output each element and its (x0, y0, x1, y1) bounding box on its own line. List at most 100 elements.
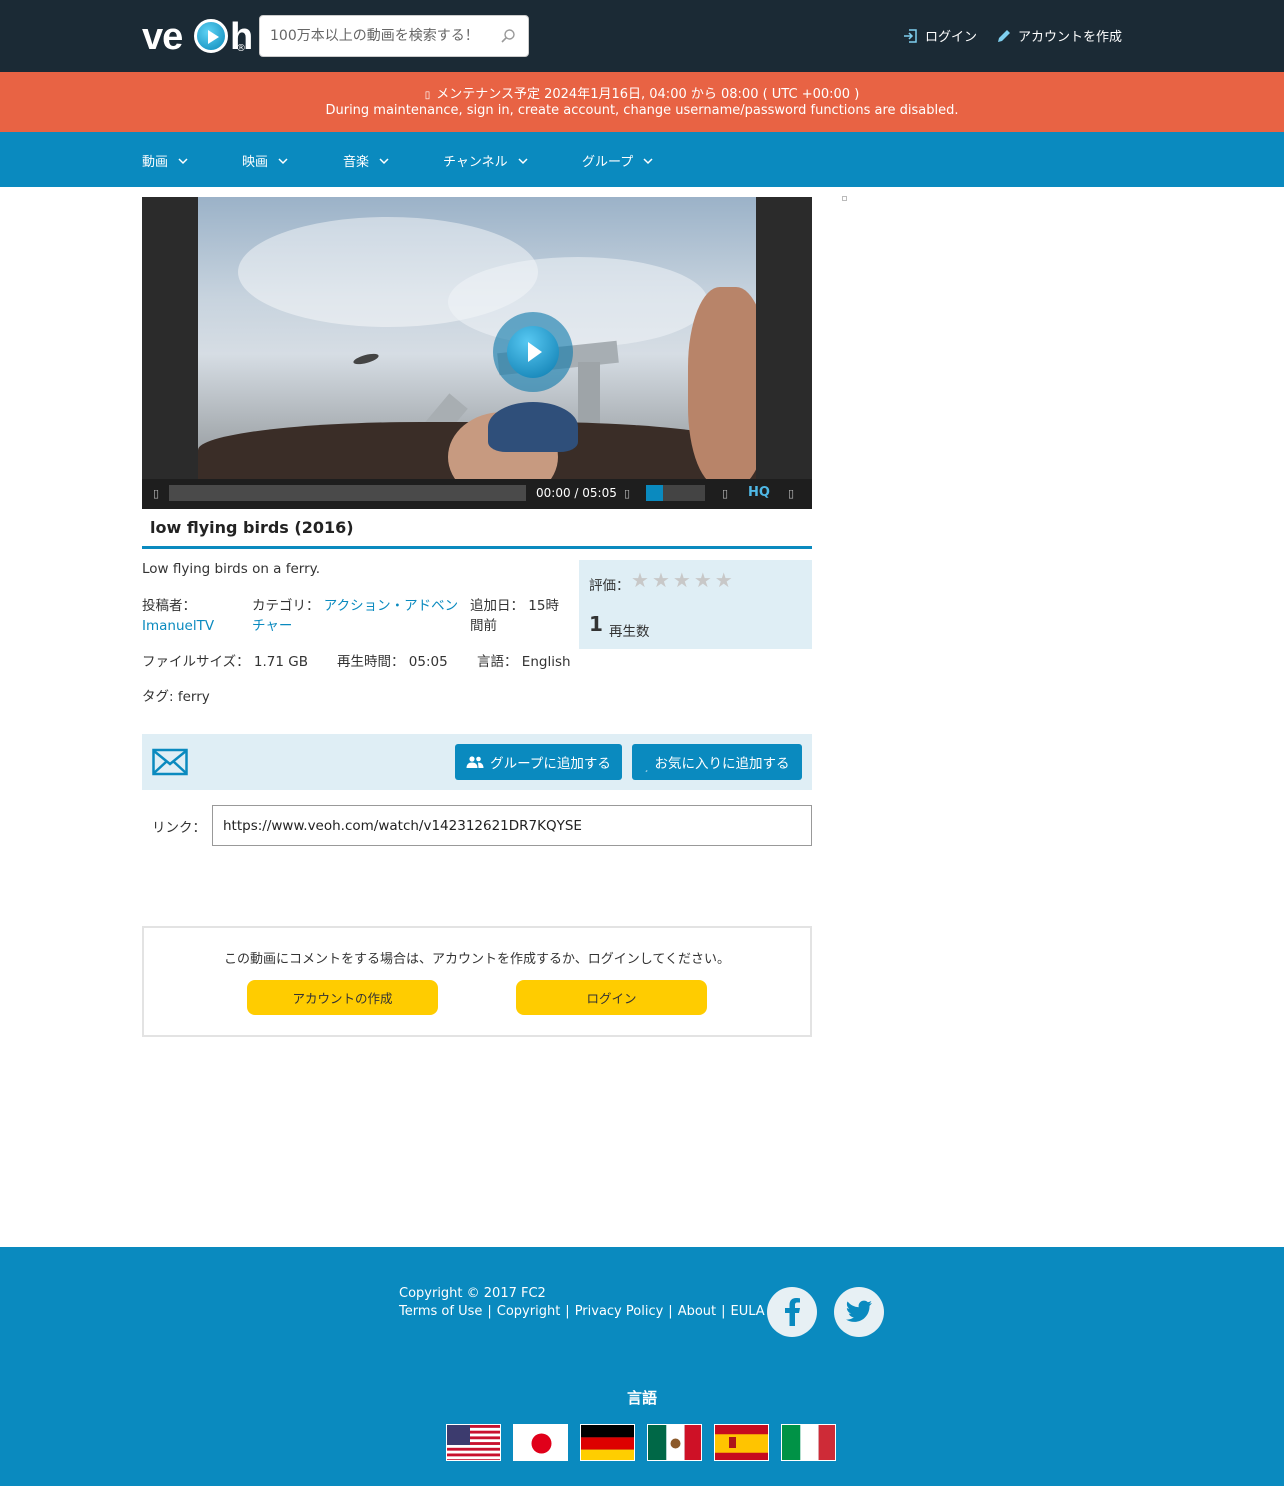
star-icon[interactable]: ★ (694, 568, 715, 592)
video-frame[interactable] (198, 197, 756, 483)
it-flag-icon[interactable] (781, 1424, 836, 1461)
uploader-label: 投稿者： (142, 598, 196, 614)
link-separator: | (668, 1304, 673, 1319)
mx-flag-icon[interactable] (647, 1424, 702, 1461)
link-separator: | (565, 1304, 570, 1319)
rating-stars: ★★★★★ (631, 568, 736, 592)
video-bird (352, 351, 380, 367)
jp-flag-icon[interactable] (513, 1424, 568, 1461)
add-to-favorites-button[interactable]: ¸ お気に入りに追加する (632, 744, 802, 780)
play-icon (507, 326, 559, 378)
logo-registered-mark: ® (236, 43, 246, 54)
add-to-group-button[interactable]: グループに追加する (455, 744, 622, 780)
us-flag-icon[interactable] (446, 1424, 501, 1461)
facebook-button[interactable] (767, 1287, 817, 1337)
nav-item-music[interactable]: 音楽 (343, 151, 389, 170)
eula-link[interactable]: EULA (731, 1304, 765, 1319)
footer-links: Terms of Use | Copyright | Privacy Policy |… (399, 1304, 765, 1319)
filesize-label: ファイルサイズ： (142, 654, 250, 670)
maintenance-line-2: During maintenance, sign in, create acco… (325, 103, 959, 118)
login-label: ログイン (925, 30, 978, 45)
settings-icon[interactable]: ▯ (722, 487, 728, 500)
search-input[interactable] (270, 16, 490, 56)
share-link-field[interactable] (212, 805, 812, 846)
filesize-info: ファイルサイズ： 1.71 GB (142, 650, 308, 670)
chevron-down-icon (518, 157, 528, 164)
nav-item-label: 動画 (142, 155, 169, 170)
volume-slider[interactable] (646, 485, 705, 501)
video-description: Low flying birds on a ferry. (142, 561, 321, 577)
rating-label: 評価： (589, 578, 630, 594)
star-icon[interactable]: ★ (631, 568, 652, 592)
language-section-title: 言語 (626, 1389, 657, 1407)
hq-toggle[interactable]: HQ (748, 485, 770, 500)
about-link[interactable]: About (678, 1304, 716, 1319)
pencil-icon (998, 29, 1010, 42)
duration-label: 再生時間： (337, 654, 405, 670)
logo-play-icon (194, 19, 228, 53)
volume-level (646, 485, 663, 501)
seek-bar[interactable] (169, 485, 526, 501)
duration-info: 再生時間： 05:05 (337, 650, 448, 670)
star-icon[interactable]: ★ (673, 568, 694, 592)
nav-item-label: グループ (582, 155, 634, 170)
search-icon[interactable] (500, 28, 516, 44)
link-separator: | (487, 1304, 492, 1319)
nav-item-videos[interactable]: 動画 (142, 151, 188, 170)
logo-text: ve (142, 16, 183, 58)
language-value: English (521, 654, 571, 670)
category-link[interactable]: アクション・アドベン (324, 598, 458, 614)
de-flag-icon[interactable] (580, 1424, 635, 1461)
uploader-link[interactable]: ImanuelTV (142, 616, 247, 636)
title-divider (142, 546, 812, 549)
terms-link[interactable]: Terms of Use (399, 1304, 482, 1319)
search-box (259, 15, 529, 57)
volume-icon[interactable]: ▯ (624, 487, 630, 500)
star-icon[interactable]: ★ (652, 568, 673, 592)
added-value: 15時 (528, 598, 559, 614)
duration-value: 05:05 (408, 654, 448, 670)
create-account-button[interactable]: アカウントの作成 (247, 980, 438, 1015)
veoh-logo[interactable]: ve h ® (142, 12, 253, 58)
link-separator: | (721, 1304, 726, 1319)
es-flag-icon[interactable] (714, 1424, 769, 1461)
tags-info: タグ: ferry (142, 685, 210, 705)
nav-item-label: 映画 (242, 155, 269, 170)
create-account-link[interactable]: アカウントを作成 (996, 26, 1122, 45)
tags-label: タグ: (142, 689, 174, 705)
language-label: 言語： (477, 654, 518, 670)
login-icon (904, 28, 917, 43)
player-controls: ▯ 00:00 / 05:05 ▯ ▯ HQ ▯ (142, 479, 812, 509)
login-link[interactable]: ログイン (903, 26, 977, 45)
login-button[interactable]: ログイン (516, 980, 707, 1015)
top-header: ve h ® ログイン アカウントを作成 (0, 0, 1284, 72)
added-info: 追加日： 15時 間前 (470, 596, 575, 636)
info-icon: ▯ (424, 90, 431, 101)
category-link-continued[interactable]: チャー (252, 616, 468, 636)
play-button[interactable] (493, 312, 573, 392)
video-title: low flying birds (2016) (150, 518, 354, 537)
nav-item-channels[interactable]: チャンネル (443, 151, 528, 170)
footer: Copyright © 2017 FC2 Terms of Use | Copyr… (0, 1247, 1284, 1486)
tag-link[interactable]: ferry (178, 689, 210, 705)
chevron-down-icon (379, 157, 389, 164)
nav-item-groups[interactable]: グループ (582, 151, 653, 170)
category-nav: 動画 映画 音楽 チャンネル グループ (0, 132, 1284, 187)
privacy-policy-link[interactable]: Privacy Policy (575, 1304, 664, 1319)
maintenance-schedule: メンテナンス予定 2024年1月16日, 04:00 から 08:00 ( UT… (436, 87, 860, 102)
chevron-down-icon (178, 157, 188, 164)
uploader-info: 投稿者： ImanuelTV (142, 596, 247, 636)
share-link-label: リンク： (152, 820, 206, 836)
video-player[interactable]: ▯ 00:00 / 05:05 ▯ ▯ HQ ▯ (142, 197, 812, 509)
nav-item-label: 音楽 (343, 155, 370, 170)
twitter-button[interactable] (834, 1287, 884, 1337)
twitter-icon (845, 1300, 872, 1322)
mail-icon[interactable] (152, 748, 188, 776)
copyright-link[interactable]: Copyright (497, 1304, 561, 1319)
fullscreen-icon[interactable]: ▯ (788, 487, 794, 500)
category-info: カテゴリ： アクション・アドベン チャー (252, 596, 468, 636)
nav-item-movies[interactable]: 映画 (242, 151, 288, 170)
play-pause-icon[interactable]: ▯ (153, 487, 159, 500)
star-icon[interactable]: ★ (715, 568, 736, 592)
share-bar: グループに追加する ¸ お気に入りに追加する (142, 734, 812, 790)
